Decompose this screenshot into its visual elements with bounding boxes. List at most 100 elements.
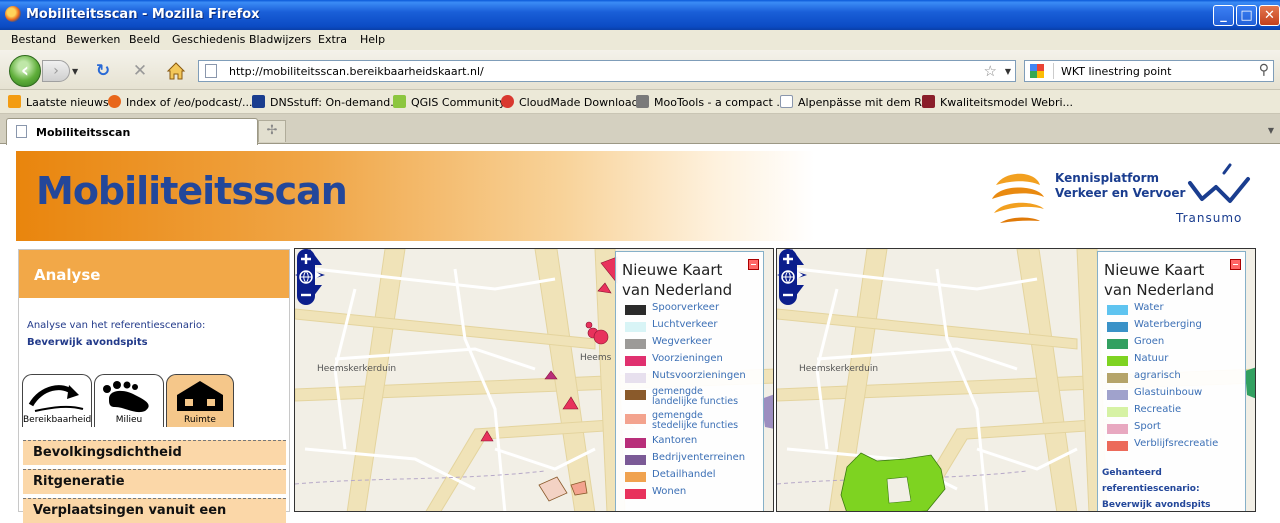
search-icon[interactable]: ⚲: [1259, 62, 1269, 78]
bookmark-item[interactable]: Alpenpässe mit dem R...: [780, 95, 932, 109]
legend-swatch: [625, 472, 646, 482]
window-title: Mobiliteitsscan - Mozilla Firefox: [26, 7, 260, 22]
tab-ruimte[interactable]: Ruimte: [166, 374, 234, 427]
menu-bestand[interactable]: Bestand: [11, 33, 56, 46]
history-dropdown-icon[interactable]: ▼: [72, 67, 78, 76]
menu-beeld[interactable]: Beeld: [129, 33, 160, 46]
legend-collapse-icon[interactable]: [1230, 259, 1241, 270]
bookmark-item[interactable]: CloudMade Downloads: [501, 95, 644, 109]
new-tab-icon[interactable]: ✢: [258, 120, 286, 142]
map-panel-right[interactable]: Heemskerkerduin Nieuwe Kaart van Nederlan…: [776, 248, 1256, 512]
legend-swatch: [1107, 322, 1128, 332]
tab-list-icon[interactable]: ▼: [1264, 121, 1278, 141]
sidebar-item-verplaatsingen[interactable]: Verplaatsingen vanuit een: [23, 498, 286, 523]
legend-swatch: [1107, 339, 1128, 349]
menu-geschiedenis[interactable]: Geschiedenis: [172, 33, 245, 46]
sidebar-item-bevolkingsdichtheid[interactable]: Bevolkingsdichtheid: [23, 440, 286, 465]
site-title: Mobiliteitsscan: [36, 169, 348, 213]
url-text[interactable]: http://mobiliteitsscan.bereikbaarheidska…: [229, 65, 484, 78]
bookmark-item[interactable]: QGIS Community: [393, 95, 506, 109]
legend-collapse-icon[interactable]: [748, 259, 759, 270]
legend-swatch: [625, 322, 646, 332]
menu-bewerken[interactable]: Bewerken: [66, 33, 120, 46]
map-panel-left[interactable]: Heemskerkerduin Heems Nieuwe Kaart van Ne…: [294, 248, 774, 512]
tab-milieu[interactable]: Milieu: [94, 374, 164, 427]
qgis-icon: [393, 95, 406, 108]
tab-label: Mobiliteitsscan: [36, 126, 131, 139]
legend-swatch: [1107, 356, 1128, 366]
site-banner: Mobiliteitsscan Kennisplatform Verkeer e…: [16, 151, 1264, 241]
legend-panel: Nieuwe Kaart van Nederland Water Waterber…: [1097, 251, 1246, 511]
place-label: Heemskerkerduin: [317, 364, 397, 374]
title-bar: Mobiliteitsscan - Mozilla Firefox _ □ ✕: [0, 0, 1280, 30]
tab-bar: Mobiliteitsscan ✢ ▼: [0, 114, 1280, 145]
rss-icon: [8, 95, 21, 108]
legend-swatch: [1107, 305, 1128, 315]
legend-panel: Nieuwe Kaart van Nederland Spoorverkeer L…: [615, 251, 764, 511]
close-button[interactable]: ✕: [1259, 5, 1280, 26]
scenario-name: Beverwijk avondspits: [27, 337, 148, 348]
menu-bladwijzers[interactable]: Bladwijzers: [249, 33, 311, 46]
bookmark-star-icon[interactable]: ☆: [984, 62, 997, 80]
kennisplatform-label: Kennisplatform Verkeer en Vervoer: [1055, 171, 1186, 200]
menu-extra[interactable]: Extra: [318, 33, 347, 46]
analysis-sidebar: Analyse Analyse van het referentiescenar…: [18, 249, 290, 523]
page-icon: [16, 125, 27, 138]
place-label: Heemskerkerduin: [799, 364, 879, 374]
legend-swatch: [1107, 407, 1128, 417]
navigation-toolbar: ‹ › ▼ ↻ ✕ http://mobiliteitsscan.bereikb…: [0, 50, 1280, 90]
legend-swatch: [625, 455, 646, 465]
site-icon: [108, 95, 121, 108]
firefox-icon: [5, 6, 21, 22]
sidebar-item-ritgeneratie[interactable]: Ritgeneratie: [23, 469, 286, 494]
address-bar[interactable]: http://mobiliteitsscan.bereikbaarheidska…: [198, 60, 1016, 82]
legend-swatch: [625, 339, 646, 349]
scenario-caption: Analyse van het referentiescenario:: [27, 320, 206, 331]
menu-bar: Bestand Bewerken Beeld Geschiedenis Blad…: [0, 30, 1280, 50]
search-input[interactable]: WKT linestring point: [1061, 65, 1171, 78]
legend-swatch: [625, 356, 646, 366]
legend-swatch: [625, 373, 646, 383]
route-arrows-icon: [28, 385, 84, 412]
legend-swatch: [625, 414, 646, 424]
cloudmade-icon: [501, 95, 514, 108]
transumo-logo: [1188, 163, 1250, 203]
page-icon: [780, 95, 793, 108]
bookmark-item[interactable]: Laatste nieuws: [8, 95, 109, 109]
home-icon[interactable]: [165, 60, 187, 82]
tool-icon: [636, 95, 649, 108]
bookmark-item[interactable]: Kwaliteitsmodel Webri...: [922, 95, 1073, 109]
kennisplatform-logo: [992, 173, 1044, 223]
bookmark-item[interactable]: DNSstuff: On-demand...: [252, 95, 401, 109]
site-icon: [252, 95, 265, 108]
legend-swatch: [1107, 390, 1128, 400]
house-icon: [177, 381, 223, 411]
maximize-button[interactable]: □: [1236, 5, 1257, 26]
back-arrow-icon[interactable]: ‹: [9, 55, 41, 87]
menu-help[interactable]: Help: [360, 33, 385, 46]
site-icon: [922, 95, 935, 108]
tab-bereikbaarheid[interactable]: Bereikbaarheid: [22, 374, 92, 427]
google-icon[interactable]: [1028, 63, 1054, 79]
sidebar-header: Analyse: [19, 250, 289, 298]
legend-title: Nieuwe Kaart van Nederland: [622, 261, 733, 299]
legend-swatch: [625, 305, 646, 315]
search-bar[interactable]: WKT linestring point ⚲: [1024, 60, 1274, 82]
legend-swatch: [625, 489, 646, 499]
page-content: Mobiliteitsscan Kennisplatform Verkeer e…: [0, 145, 1280, 523]
url-dropdown-icon[interactable]: ▼: [1005, 67, 1011, 76]
tab-mobiliteitsscan[interactable]: Mobiliteitsscan: [6, 118, 258, 145]
zoom-control[interactable]: [777, 249, 799, 305]
scenario-note: referentiescenario:: [1102, 484, 1200, 494]
transumo-label: Transumo: [1176, 211, 1243, 225]
legend-swatch: [625, 438, 646, 448]
bookmark-item[interactable]: Index of /eo/podcast/...: [108, 95, 253, 109]
reload-icon[interactable]: ↻: [92, 60, 114, 82]
forward-arrow-icon[interactable]: ›: [42, 60, 70, 82]
zoom-control[interactable]: [295, 249, 317, 305]
scenario-note: Gehanteerd: [1102, 468, 1162, 478]
bookmark-item[interactable]: MooTools - a compact ...: [636, 95, 787, 109]
minimize-button[interactable]: _: [1213, 5, 1234, 26]
legend-swatch: [625, 390, 646, 400]
stop-icon[interactable]: ✕: [129, 60, 151, 82]
